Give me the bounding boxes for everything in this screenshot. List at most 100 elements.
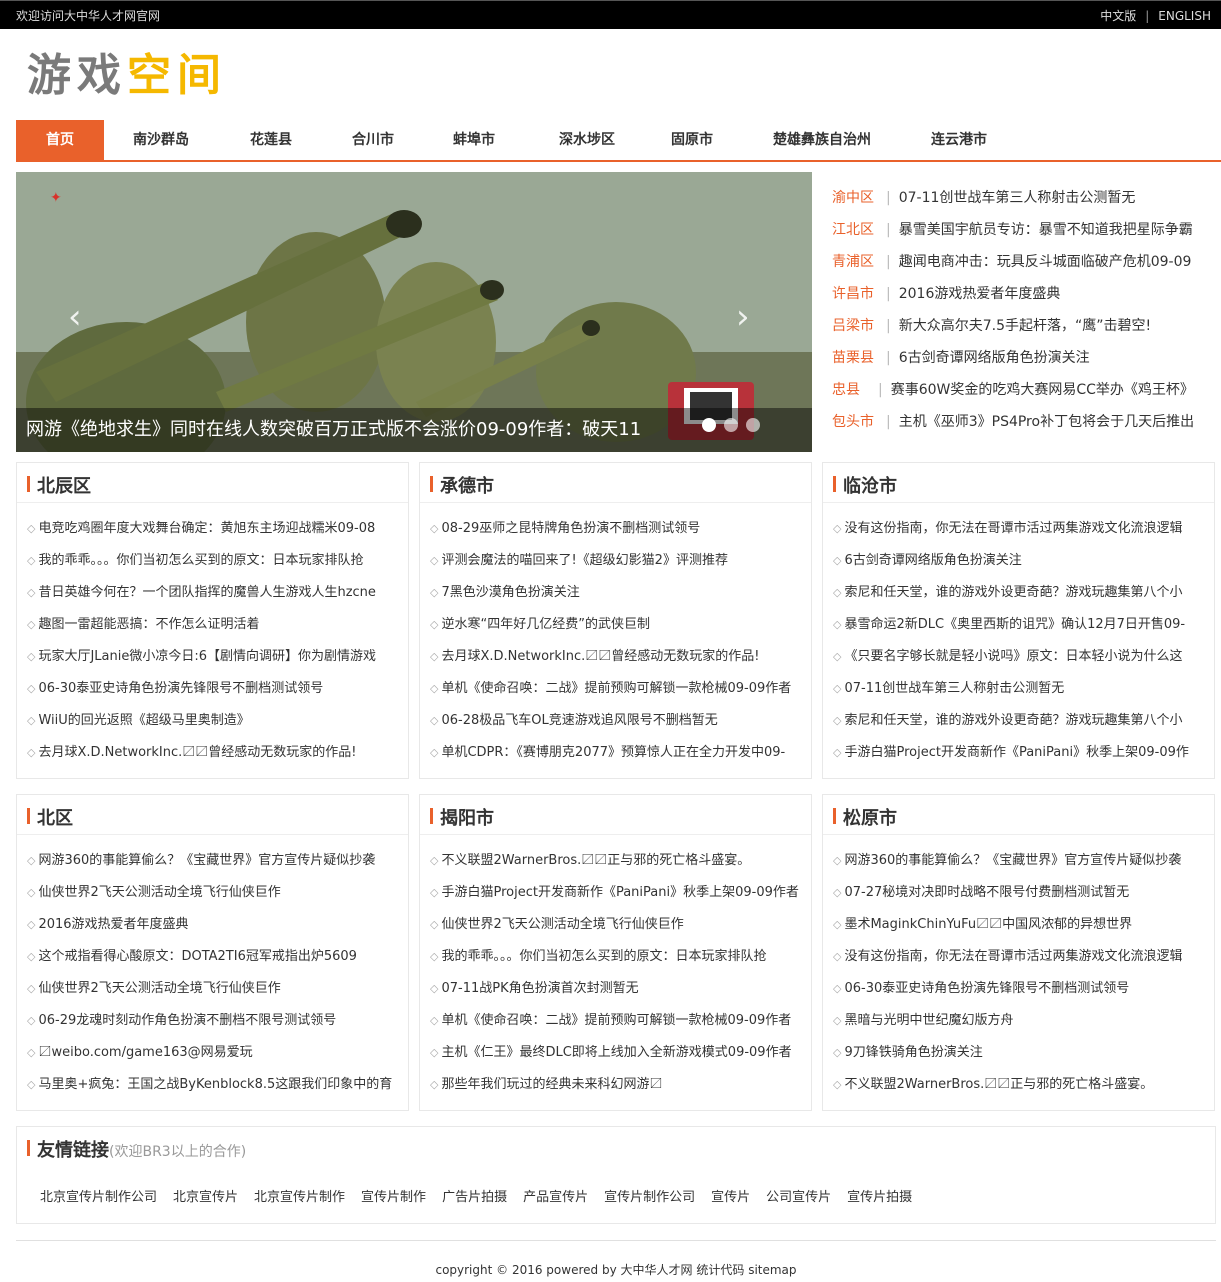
list-item[interactable]: ◇ 6古剑奇谭网络版角色扮演关注 — [823, 545, 1214, 577]
list-item-text[interactable]: 没有这份指南，你无法在哥谭市活过两集游戏文化流浪逻辑 — [844, 521, 1182, 536]
list-item[interactable]: ◇ 不义联盟2WarnerBros.〼〼正与邪的死亡格斗盛宴。 — [420, 845, 811, 877]
box-title[interactable]: 揭阳市 — [440, 804, 494, 830]
list-item-text[interactable]: 去月球X.D.NetworkInc.〼〼曾经感动无数玩家的作品! — [441, 649, 759, 664]
friend-link[interactable]: 宣传片 — [711, 1190, 750, 1205]
headline-row[interactable]: 青浦区 | 趣闻电商冲击：玩具反斗城面临破产危机09-09 — [832, 246, 1206, 278]
headline-row[interactable]: 江北区 | 暴雪美国宇航员专访：暴雪不知道我把星际争霸 — [832, 214, 1206, 246]
headline-title[interactable]: 赛事60W奖金的吃鸡大赛网易CC举办《鸡王杯》 — [891, 382, 1194, 398]
list-item-text[interactable]: 索尼和任天堂，谁的游戏外设更奇葩？游戏玩趣集第八个小 — [844, 713, 1182, 728]
headline-area[interactable]: 忠县 — [832, 374, 870, 406]
slide-dot[interactable] — [746, 418, 760, 432]
list-item-text[interactable]: 墨术MaginkChinYuFu〼〼中国风浓郁的异想世界 — [844, 917, 1132, 932]
headline-row[interactable]: 吕梁市 | 新大众高尔夫7.5手起杆落，“鹰”击碧空! — [832, 310, 1206, 342]
list-item[interactable]: ◇ 手游白猫Project开发商新作《PaniPani》秋季上架09-09作者 — [420, 877, 811, 909]
list-item[interactable]: ◇ 我的乖乖。。。你们当初怎么买到的原文：日本玩家排队抢 — [420, 941, 811, 973]
list-item[interactable]: ◇ 趣图一雷超能恶搞：不作怎么证明活着 — [17, 609, 408, 641]
nav-item[interactable]: 连云港市 — [914, 120, 1004, 160]
list-item-text[interactable]: 单机《使命召唤：二战》提前预购可解锁一款枪械09-09作者 — [441, 681, 791, 696]
sitemap-link[interactable]: sitemap — [748, 1263, 796, 1277]
headline-title[interactable]: 主机《巫师3》PS4Pro补丁包将会于几天后推出 — [899, 414, 1194, 430]
list-item-text[interactable]: 昔日英雄今何在？一个团队指挥的魔兽人生游戏人生hzcne — [38, 585, 375, 600]
list-item-text[interactable]: 仙侠世界2飞天公测活动全境飞行仙侠巨作 — [441, 917, 683, 932]
nav-item[interactable]: 花莲县 — [226, 120, 316, 160]
list-item-text[interactable]: 玩家大厅JLanie微小凉今日:6【剧情向调研】你为剧情游戏 — [38, 649, 376, 664]
list-item-text[interactable]: 没有这份指南，你无法在哥谭市活过两集游戏文化流浪逻辑 — [844, 949, 1182, 964]
list-item-text[interactable]: 06-30泰亚史诗角色扮演先锋限号不删档测试领号 — [38, 681, 323, 696]
headline-title[interactable]: 07-11创世战车第三人称射击公测暂无 — [899, 190, 1136, 206]
list-item-text[interactable]: WiiU的回光返照《超级马里奥制造》 — [38, 713, 249, 728]
headline-row[interactable]: 苗栗县 | 6古剑奇谭网络版角色扮演关注 — [832, 342, 1206, 374]
list-item-text[interactable]: 黑暗与光明中世纪魔幻版方舟 — [844, 1013, 1013, 1028]
headline-area[interactable]: 包头市 — [832, 406, 878, 438]
list-item[interactable]: ◇ 单机《使命召唤：二战》提前预购可解锁一款枪械09-09作者 — [420, 673, 811, 705]
list-item[interactable]: ◇ 单机《使命召唤：二战》提前预购可解锁一款枪械09-09作者 — [420, 1005, 811, 1037]
list-item[interactable]: ◇ 索尼和任天堂，谁的游戏外设更奇葩？游戏玩趣集第八个小 — [823, 577, 1214, 609]
list-item-text[interactable]: 〼weibo.com/game163@网易爱玩 — [38, 1045, 252, 1060]
friend-link[interactable]: 北京宣传片制作公司 — [40, 1190, 157, 1205]
list-item-text[interactable]: 网游360的事能算偷么？《宝藏世界》官方宣传片疑似抄袭 — [38, 853, 375, 868]
headline-area[interactable]: 江北区 — [832, 214, 878, 246]
list-item-text[interactable]: 暴雪命运2新DLC《奥里西斯的诅咒》确认12月7日开售09- — [844, 617, 1185, 632]
list-item[interactable]: ◇ 墨术MaginkChinYuFu〼〼中国风浓郁的异想世界 — [823, 909, 1214, 941]
friend-link[interactable]: 宣传片制作 — [361, 1190, 426, 1205]
slide-caption[interactable]: 网游《绝地求生》同时在线人数突破百万正式版不会涨价09-09作者：破天11 — [26, 415, 641, 441]
image-slider[interactable]: ✦ ‹ › 网游《绝地求生》同时在线人数突破百万正式版不会涨价09-09作者：破… — [16, 172, 812, 452]
headline-row[interactable]: 忠县 | 赛事60W奖金的吃鸡大赛网易CC举办《鸡王杯》 — [832, 374, 1206, 406]
list-item-text[interactable]: 07-11创世战车第三人称射击公测暂无 — [844, 681, 1064, 696]
headline-title[interactable]: 2016游戏热爱者年度盛典 — [899, 286, 1061, 302]
list-item[interactable]: ◇ 2016游戏热爱者年度盛典 — [17, 909, 408, 941]
list-item[interactable]: ◇ 06-29龙魂时刻动作角色扮演不删档不限号测试领号 — [17, 1005, 408, 1037]
list-item[interactable]: ◇ 这个戒指看得心酸原文：DOTA2TI6冠军戒指出炉5609 — [17, 941, 408, 973]
box-title[interactable]: 北区 — [37, 804, 73, 830]
list-item-text[interactable]: 7黑色沙漠角色扮演关注 — [441, 585, 579, 600]
list-item-text[interactable]: 单机CDPR：《赛博朋克2077》预算惊人正在全力开发中09- — [441, 745, 785, 760]
list-item[interactable]: ◇ WiiU的回光返照《超级马里奥制造》 — [17, 705, 408, 737]
headline-title[interactable]: 新大众高尔夫7.5手起杆落，“鹰”击碧空! — [899, 318, 1151, 334]
list-item-text[interactable]: 评测会魔法的喵回来了!《超级幻影猫2》评测推荐 — [441, 553, 727, 568]
box-title[interactable]: 北辰区 — [37, 472, 91, 498]
list-item-text[interactable]: 这个戒指看得心酸原文：DOTA2TI6冠军戒指出炉5609 — [38, 949, 356, 964]
slide-dot[interactable] — [702, 418, 716, 432]
list-item[interactable]: ◇ 〼weibo.com/game163@网易爱玩 — [17, 1037, 408, 1069]
friend-link[interactable]: 广告片拍摄 — [442, 1190, 507, 1205]
list-item[interactable]: ◇ 仙侠世界2飞天公测活动全境飞行仙侠巨作 — [420, 909, 811, 941]
list-item[interactable]: ◇ 仙侠世界2飞天公测活动全境飞行仙侠巨作 — [17, 877, 408, 909]
headline-area[interactable]: 青浦区 — [832, 246, 878, 278]
list-item-text[interactable]: 07-27秘境对决即时战略不限号付费删档测试暂无 — [844, 885, 1129, 900]
list-item[interactable]: ◇ 07-11创世战车第三人称射击公测暂无 — [823, 673, 1214, 705]
list-item-text[interactable]: 索尼和任天堂，谁的游戏外设更奇葩？游戏玩趣集第八个小 — [844, 585, 1182, 600]
nav-item[interactable]: 固原市 — [647, 120, 737, 160]
list-item-text[interactable]: 仙侠世界2飞天公测活动全境飞行仙侠巨作 — [38, 885, 280, 900]
list-item-text[interactable]: 趣图一雷超能恶搞：不作怎么证明活着 — [38, 617, 259, 632]
list-item[interactable]: ◇ 去月球X.D.NetworkInc.〼〼曾经感动无数玩家的作品! — [17, 737, 408, 769]
list-item[interactable]: ◇ 昔日英雄今何在？一个团队指挥的魔兽人生游戏人生hzcne — [17, 577, 408, 609]
lang-english-link[interactable]: ENGLISH — [1158, 9, 1211, 23]
list-item-text[interactable]: 不义联盟2WarnerBros.〼〼正与邪的死亡格斗盛宴。 — [844, 1077, 1153, 1092]
headline-area[interactable]: 许昌市 — [832, 278, 878, 310]
list-item-text[interactable]: 电竞吃鸡圈年度大戏舞台确定：黄旭东主场迎战糯米09-08 — [38, 521, 375, 536]
box-title[interactable]: 临沧市 — [843, 472, 897, 498]
list-item[interactable]: ◇ 7黑色沙漠角色扮演关注 — [420, 577, 811, 609]
headline-row[interactable]: 包头市 | 主机《巫师3》PS4Pro补丁包将会于几天后推出 — [832, 406, 1206, 438]
list-item-text[interactable]: 我的乖乖。。。你们当初怎么买到的原文：日本玩家排队抢 — [441, 949, 766, 964]
headline-area[interactable]: 吕梁市 — [832, 310, 878, 342]
list-item[interactable]: ◇ 暴雪命运2新DLC《奥里西斯的诅咒》确认12月7日开售09- — [823, 609, 1214, 641]
list-item[interactable]: ◇ 没有这份指南，你无法在哥谭市活过两集游戏文化流浪逻辑 — [823, 513, 1214, 545]
list-item[interactable]: ◇ 主机《仁王》最终DLC即将上线加入全新游戏模式09-09作者 — [420, 1037, 811, 1069]
list-item-text[interactable]: 06-30泰亚史诗角色扮演先锋限号不删档测试领号 — [844, 981, 1129, 996]
headline-title[interactable]: 6古剑奇谭网络版角色扮演关注 — [899, 350, 1090, 366]
headline-area[interactable]: 渝中区 — [832, 182, 878, 214]
list-item-text[interactable]: 主机《仁王》最终DLC即将上线加入全新游戏模式09-09作者 — [441, 1045, 791, 1060]
list-item-text[interactable]: 我的乖乖。。。你们当初怎么买到的原文：日本玩家排队抢 — [38, 553, 363, 568]
list-item-text[interactable]: 仙侠世界2飞天公测活动全境飞行仙侠巨作 — [38, 981, 280, 996]
nav-item[interactable]: 蚌埠市 — [429, 120, 519, 160]
friend-link[interactable]: 宣传片制作公司 — [604, 1190, 695, 1205]
list-item-text[interactable]: 06-28极品飞车OL竞速游戏追风限号不删档暂无 — [441, 713, 717, 728]
lang-chinese-link[interactable]: 中文版 — [1100, 9, 1136, 23]
list-item[interactable]: ◇ 我的乖乖。。。你们当初怎么买到的原文：日本玩家排队抢 — [17, 545, 408, 577]
list-item[interactable]: ◇ 07-27秘境对决即时战略不限号付费删档测试暂无 — [823, 877, 1214, 909]
list-item-text[interactable]: 逆水寒“四年好几亿经费”的武侠巨制 — [441, 617, 649, 632]
headline-row[interactable]: 许昌市 | 2016游戏热爱者年度盛典 — [832, 278, 1206, 310]
nav-item[interactable]: 合川市 — [328, 120, 418, 160]
box-title[interactable]: 松原市 — [843, 804, 897, 830]
